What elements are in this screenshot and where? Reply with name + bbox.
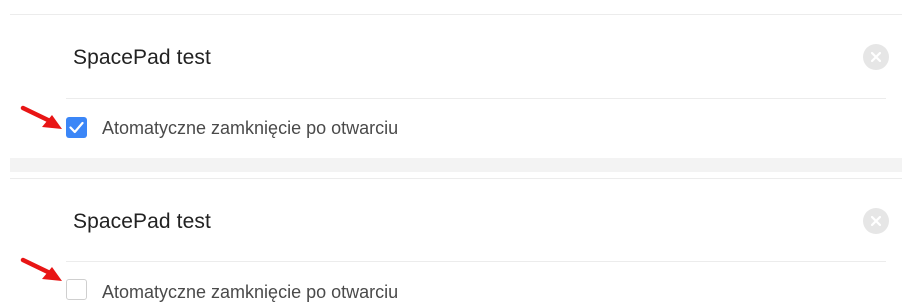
device-card: SpacePad test Atomatyczne zamknięcie po … [0, 0, 902, 158]
device-title: SpacePad test [73, 46, 211, 69]
card-divider [66, 261, 886, 262]
settings-page: SpacePad test Atomatyczne zamknięcie po … [0, 0, 902, 302]
auto-close-checkbox[interactable] [66, 279, 87, 300]
auto-close-label[interactable]: Atomatyczne zamknięcie po otwarciu [102, 118, 398, 139]
auto-close-checkbox[interactable] [66, 117, 87, 138]
card-divider [66, 98, 886, 99]
device-card: SpacePad test Atomatyczne zamknięcie po … [0, 172, 902, 302]
device-title: SpacePad test [73, 210, 211, 233]
red-arrow-icon [20, 257, 62, 281]
red-arrow-icon [20, 105, 62, 129]
auto-close-label[interactable]: Atomatyczne zamknięcie po otwarciu [102, 282, 398, 302]
close-icon[interactable] [863, 208, 889, 234]
close-icon[interactable] [863, 44, 889, 70]
card-separator [10, 158, 902, 172]
